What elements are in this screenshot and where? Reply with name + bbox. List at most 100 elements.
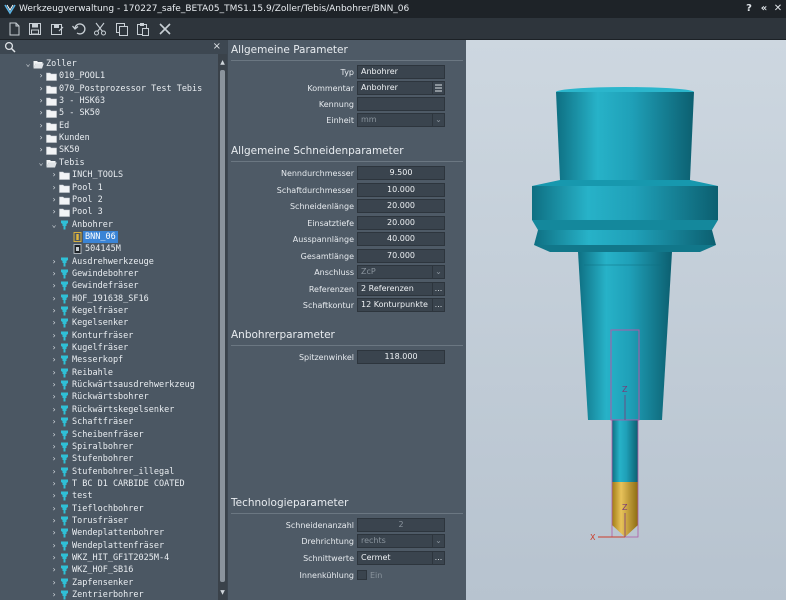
tree-item[interactable]: › SK50 (0, 144, 218, 156)
schaftkontur-edit-button[interactable]: ... (432, 298, 445, 312)
tree-item[interactable]: › 5 - SK50 (0, 107, 218, 119)
chevron-right-icon[interactable]: › (50, 367, 58, 379)
tree-item[interactable]: › Rückwärtsbohrer (0, 391, 218, 403)
tree-item[interactable]: › Kunden (0, 132, 218, 144)
chevron-right-icon[interactable]: › (50, 552, 58, 564)
chevron-right-icon[interactable]: › (50, 515, 58, 527)
tree-search-close-button[interactable]: × (213, 40, 221, 54)
tree-item[interactable]: › Tieflochbohrer (0, 503, 218, 515)
tree-item[interactable]: › Zapfensenker (0, 577, 218, 589)
chevron-right-icon[interactable]: › (50, 441, 58, 453)
chevron-right-icon[interactable]: › (37, 144, 45, 156)
tree-scrollbar-thumb[interactable] (220, 70, 225, 582)
chevron-right-icon[interactable]: › (50, 564, 58, 576)
tree-item[interactable]: › Scheibenfräser (0, 429, 218, 441)
schneidenanzahl-field[interactable]: 2 (357, 518, 445, 532)
kennung-field[interactable] (357, 97, 445, 111)
save-as-icon[interactable] (49, 21, 65, 37)
tree-item[interactable]: › Kugelfräser (0, 342, 218, 354)
tree-item[interactable]: › Zentrierbohrer (0, 589, 218, 600)
tree-scrollbar[interactable]: ▲ ▼ (218, 54, 227, 600)
tree-item[interactable]: › Kegelsenker (0, 317, 218, 329)
tree-item[interactable]: › Rückwärtsausdrehwerkzeug (0, 379, 218, 391)
tree-item[interactable]: ⌄ Tebis (0, 157, 218, 169)
undo-icon[interactable] (71, 21, 87, 37)
schnittwerte-edit-button[interactable]: ... (432, 551, 445, 565)
chevron-right-icon[interactable]: › (50, 466, 58, 478)
copy-icon[interactable] (114, 21, 130, 37)
chevron-right-icon[interactable]: › (50, 527, 58, 539)
chevron-right-icon[interactable]: › (37, 120, 45, 132)
chevron-right-icon[interactable]: › (50, 268, 58, 280)
chevron-right-icon[interactable]: › (50, 305, 58, 317)
chevron-right-icon[interactable]: › (37, 70, 45, 82)
tree-item[interactable]: › Wendeplattenbohrer (0, 527, 218, 539)
chevron-right-icon[interactable]: › (50, 354, 58, 366)
scroll-down-icon[interactable]: ▼ (218, 588, 227, 598)
schaftdurchmesser-field[interactable]: 10.000 (357, 183, 445, 197)
tree-item[interactable]: › Ed (0, 120, 218, 132)
tree-item[interactable]: 504145M (0, 243, 218, 255)
tree-item[interactable]: ⌄ Zoller (0, 58, 218, 70)
cut-icon[interactable] (92, 21, 108, 37)
tree-item[interactable]: › Kegelfräser (0, 305, 218, 317)
chevron-right-icon[interactable]: › (50, 540, 58, 552)
chevron-right-icon[interactable]: › (50, 256, 58, 268)
chevron-right-icon[interactable]: › (50, 182, 58, 194)
kommentar-field[interactable]: Anbohrer (357, 81, 433, 95)
chevron-down-icon[interactable]: ⌄ (432, 265, 445, 279)
tree-item[interactable]: › Spiralbohrer (0, 441, 218, 453)
tool-3d-model[interactable]: Z Z X (466, 40, 786, 600)
tree-item[interactable]: ⌄ Anbohrer (0, 219, 218, 231)
chevron-right-icon[interactable]: › (50, 391, 58, 403)
paste-icon[interactable] (135, 21, 151, 37)
chevron-right-icon[interactable]: › (50, 478, 58, 490)
help-button[interactable]: ? (742, 0, 756, 18)
chevron-right-icon[interactable]: › (50, 379, 58, 391)
tree-item[interactable]: › WKZ_HIT_GF1T2025M-4 (0, 552, 218, 564)
referenzen-edit-button[interactable]: ... (432, 282, 445, 296)
delete-icon[interactable] (157, 21, 173, 37)
tree-item[interactable]: › Gewindebohrer (0, 268, 218, 280)
chevron-right-icon[interactable]: › (50, 503, 58, 515)
tree-item[interactable]: › Stufenbohrer_illegal (0, 466, 218, 478)
tree-item[interactable]: › Stufenbohrer (0, 453, 218, 465)
chevron-right-icon[interactable]: › (37, 132, 45, 144)
chevron-down-icon[interactable]: ⌄ (37, 157, 45, 169)
chevron-down-icon[interactable]: ⌄ (24, 58, 32, 70)
tree-item[interactable]: › Konturfräser (0, 330, 218, 342)
chevron-right-icon[interactable]: › (50, 206, 58, 218)
chevron-right-icon[interactable]: › (37, 95, 45, 107)
chevron-right-icon[interactable]: › (50, 453, 58, 465)
tree-item[interactable]: › Pool 2 (0, 194, 218, 206)
chevron-right-icon[interactable]: › (50, 169, 58, 181)
chevron-right-icon[interactable]: › (50, 317, 58, 329)
chevron-down-icon[interactable]: ⌄ (432, 113, 445, 127)
tree-item[interactable]: › WKZ_HOF_SB16 (0, 564, 218, 576)
anschluss-select[interactable]: ZcP (357, 265, 433, 279)
drehrichtung-select[interactable]: rechts (357, 534, 433, 548)
chevron-right-icon[interactable]: › (50, 577, 58, 589)
spitzenwinkel-field[interactable]: 118.000 (357, 350, 445, 364)
tree-item[interactable]: › T BC D1 CARBIDE COATED (0, 478, 218, 490)
tree-item[interactable]: › Wendeplattenfräser (0, 540, 218, 552)
scroll-up-icon[interactable]: ▲ (218, 58, 227, 68)
tree-item[interactable]: › INCH_TOOLS (0, 169, 218, 181)
tree-item[interactable]: › 070_Postprozessor Test Tebis (0, 83, 218, 95)
chevron-right-icon[interactable]: › (50, 589, 58, 600)
tree-item[interactable]: › Schaftfräser (0, 416, 218, 428)
kommentar-edit-button[interactable] (432, 81, 445, 95)
schneidenlaenge-field[interactable]: 20.000 (357, 199, 445, 213)
tree-item[interactable]: › Ausdrehwerkzeuge (0, 256, 218, 268)
nenndurchmesser-field[interactable]: 9.500 (357, 166, 445, 180)
tree-item[interactable]: › HOF_191638_SF16 (0, 293, 218, 305)
chevron-right-icon[interactable]: › (50, 330, 58, 342)
tree-item[interactable]: › Torusfräser (0, 515, 218, 527)
chevron-right-icon[interactable]: › (50, 293, 58, 305)
tool-3d-viewport[interactable]: Z Z X (466, 40, 786, 600)
innenkuehlung-checkbox[interactable] (357, 570, 367, 580)
tree-item[interactable]: › Gewindefräser (0, 280, 218, 292)
chevron-right-icon[interactable]: › (50, 429, 58, 441)
chevron-down-icon[interactable]: ⌄ (432, 534, 445, 548)
chevron-right-icon[interactable]: › (50, 194, 58, 206)
